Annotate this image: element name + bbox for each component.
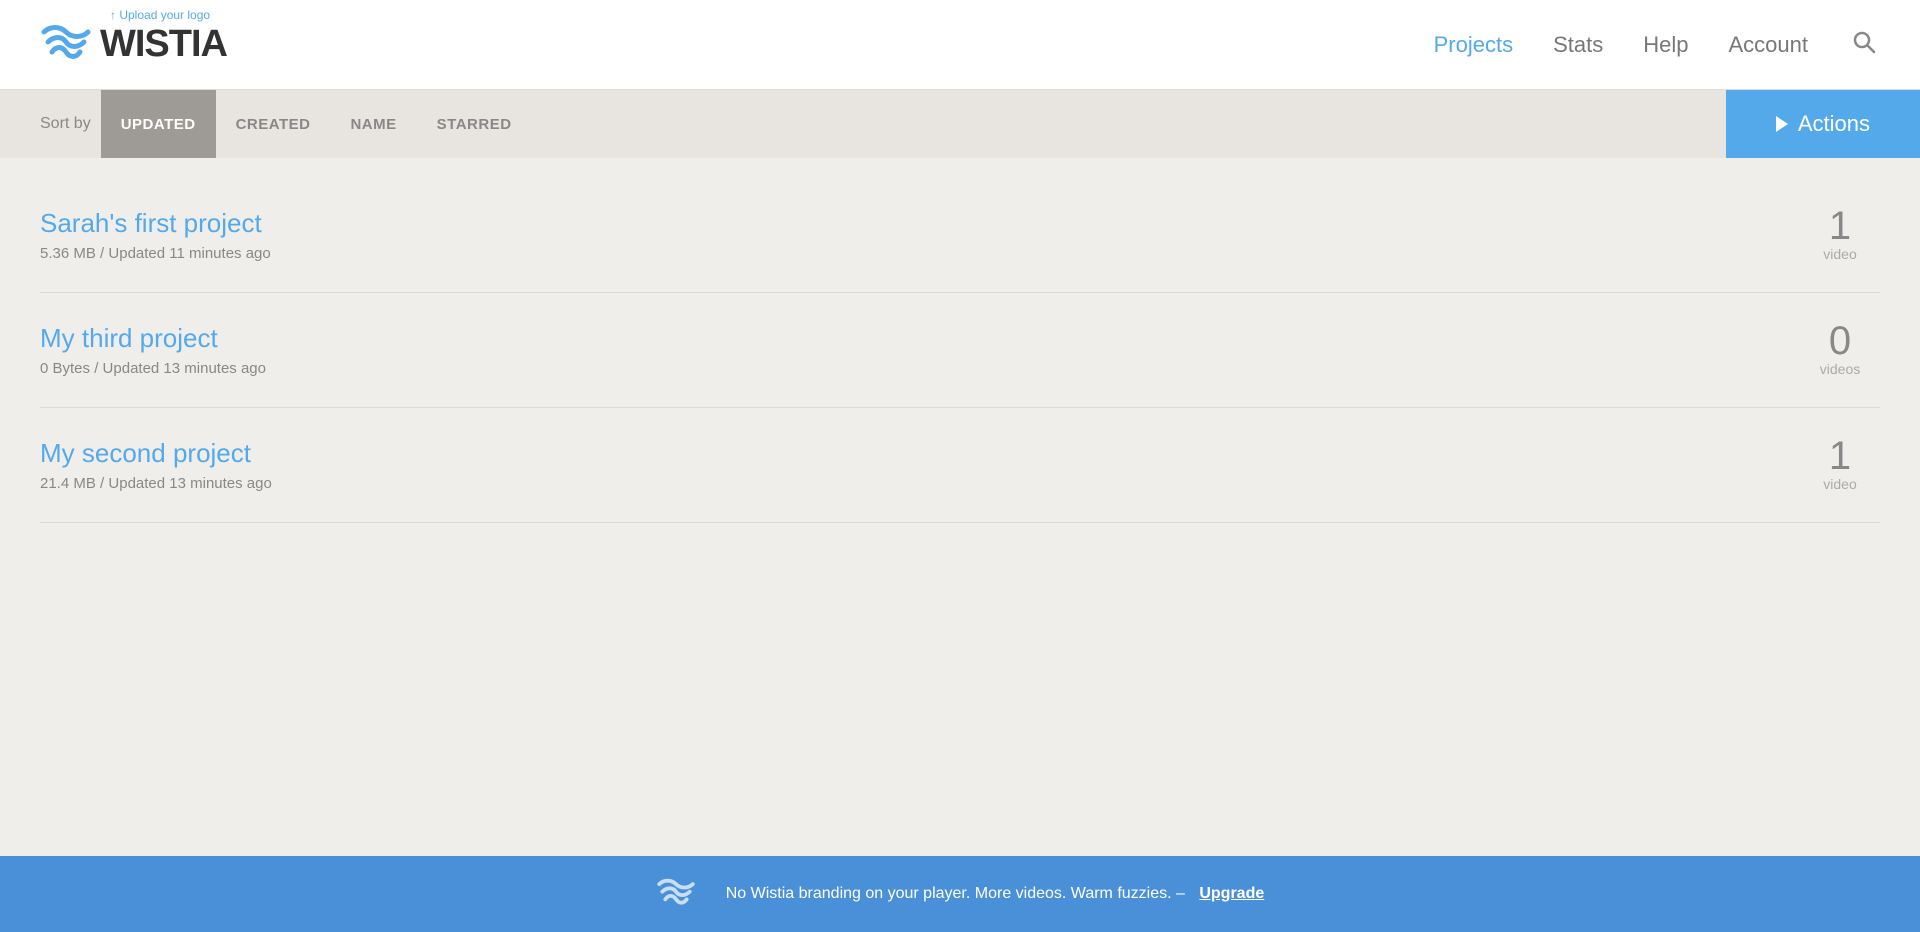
project-stats: 0 videos [1800, 321, 1880, 379]
search-icon [1852, 30, 1876, 54]
nav-stats[interactable]: Stats [1553, 32, 1603, 58]
nav-projects[interactable]: Projects [1434, 32, 1513, 58]
footer: No Wistia branding on your player. More … [0, 856, 1920, 932]
project-stats: 1 video [1800, 206, 1880, 264]
project-count: 1 [1800, 206, 1880, 246]
project-separator: / [94, 360, 102, 377]
project-stats: 1 video [1800, 436, 1880, 494]
sort-updated-button[interactable]: UPDATED [101, 90, 216, 158]
project-count: 0 [1800, 321, 1880, 361]
project-updated: Updated 13 minutes ago [108, 475, 271, 492]
project-meta: 21.4 MB / Updated 13 minutes ago [40, 475, 272, 492]
search-button[interactable] [1848, 26, 1880, 64]
project-name-link[interactable]: Sarah's first project [40, 208, 271, 239]
nav-account[interactable]: Account [1729, 32, 1809, 58]
project-name-link[interactable]: My third project [40, 323, 266, 354]
nav-help[interactable]: Help [1643, 32, 1688, 58]
project-count: 1 [1800, 436, 1880, 476]
project-info: My third project 0 Bytes / Updated 13 mi… [40, 323, 266, 378]
project-count-label: videos [1820, 361, 1860, 377]
actions-triangle-icon [1776, 116, 1788, 132]
site-header: ↑ Upload your logo WISTIA Projects Stats… [0, 0, 1920, 90]
project-count-label: video [1823, 246, 1856, 262]
sort-starred-button[interactable]: STARRED [417, 90, 532, 158]
project-meta: 0 Bytes / Updated 13 minutes ago [40, 360, 266, 377]
footer-message: No Wistia branding on your player. More … [726, 885, 1190, 903]
header-left: ↑ Upload your logo WISTIA [40, 23, 227, 66]
logo-link[interactable]: WISTIA [40, 23, 227, 66]
project-item: My third project 0 Bytes / Updated 13 mi… [40, 293, 1880, 408]
project-count-label: video [1823, 476, 1856, 492]
main-content: Sarah's first project 5.36 MB / Updated … [0, 158, 1920, 856]
project-updated: Updated 13 minutes ago [103, 360, 266, 377]
project-updated: Updated 11 minutes ago [108, 245, 270, 262]
main-nav: Projects Stats Help Account [1434, 26, 1880, 64]
project-item: My second project 21.4 MB / Updated 13 m… [40, 408, 1880, 523]
project-meta: 5.36 MB / Updated 11 minutes ago [40, 245, 271, 262]
wistia-logo-icon [40, 24, 92, 66]
project-info: Sarah's first project 5.36 MB / Updated … [40, 208, 271, 263]
sort-bar: Sort by UPDATED CREATED NAME STARRED Act… [0, 90, 1920, 158]
project-info: My second project 21.4 MB / Updated 13 m… [40, 438, 272, 493]
project-size: 0 Bytes [40, 360, 90, 377]
logo-text: WISTIA [100, 23, 227, 66]
project-name-link[interactable]: My second project [40, 438, 272, 469]
footer-wistia-logo-icon [656, 878, 696, 910]
upload-logo-link[interactable]: ↑ Upload your logo [110, 8, 210, 22]
actions-label: Actions [1798, 111, 1870, 137]
sort-created-button[interactable]: CREATED [216, 90, 331, 158]
project-size: 5.36 MB [40, 245, 96, 262]
project-item: Sarah's first project 5.36 MB / Updated … [40, 178, 1880, 293]
actions-button[interactable]: Actions [1726, 90, 1920, 158]
sort-name-button[interactable]: NAME [330, 90, 416, 158]
sort-label: Sort by [40, 90, 91, 158]
project-list: Sarah's first project 5.36 MB / Updated … [40, 178, 1880, 523]
footer-upgrade-link[interactable]: Upgrade [1199, 885, 1264, 903]
project-size: 21.4 MB [40, 475, 96, 492]
